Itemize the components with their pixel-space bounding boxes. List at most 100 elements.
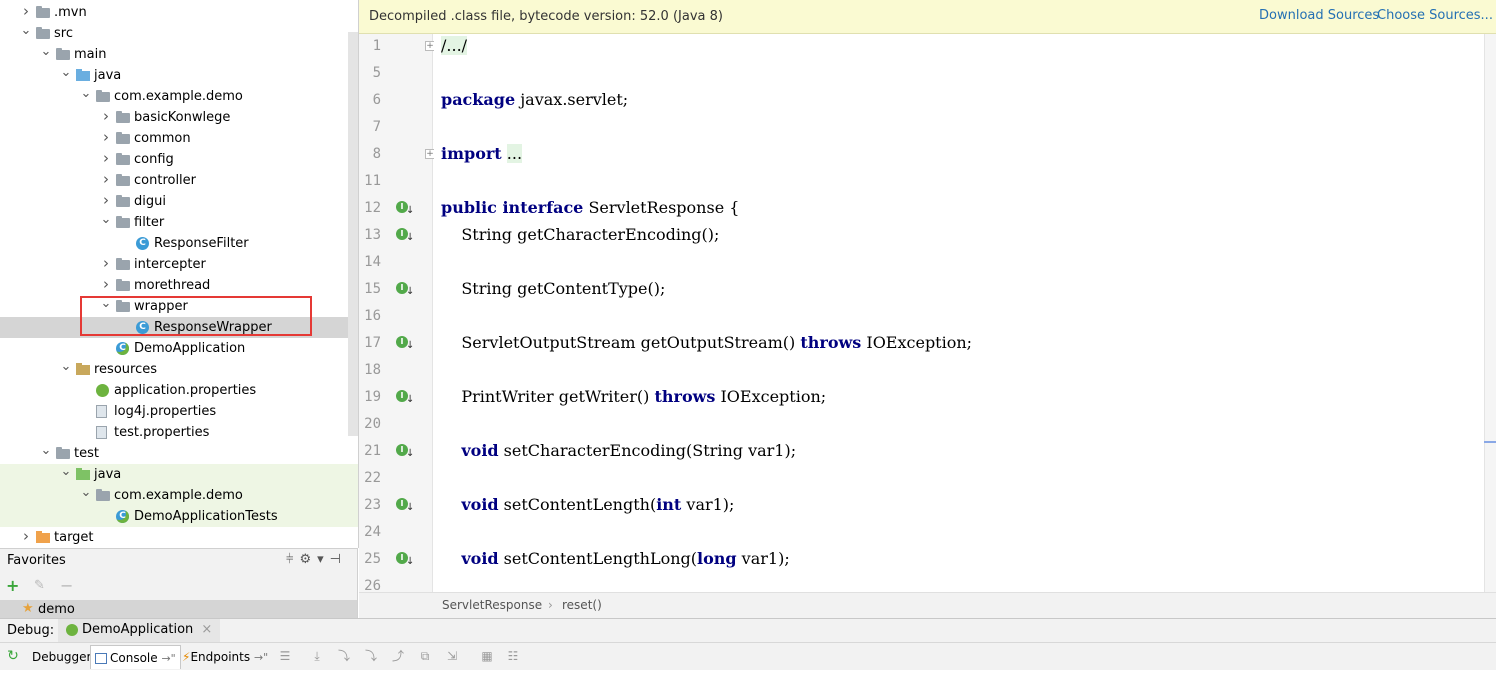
tree-item[interactable]: test.properties (0, 422, 358, 443)
implemented-arrow-icon[interactable]: ↓ (406, 286, 414, 297)
folder-icon (116, 111, 130, 123)
implemented-arrow-icon[interactable]: ↓ (406, 556, 414, 567)
debug-config-tab[interactable]: DemoApplication × (58, 619, 221, 642)
collapse-icon[interactable]: ⫩ (286, 552, 299, 567)
breadcrumb-class[interactable]: ServletResponse (442, 598, 542, 612)
code-area[interactable]: /.../ package javax.servlet; import ... pub… (434, 34, 1484, 592)
chevron-down-icon[interactable]: ⌄ (40, 44, 52, 65)
folder-icon (96, 90, 110, 102)
tab-console[interactable]: Console →" (90, 645, 181, 669)
chevron-right-icon[interactable]: › (20, 2, 32, 23)
tree-item[interactable]: › digui (0, 191, 358, 212)
spring-properties-icon (96, 384, 109, 397)
chevron-down-icon[interactable]: ⌄ (60, 359, 72, 380)
tree-item[interactable]: › morethread (0, 275, 358, 296)
tree-item-label: controller (134, 173, 197, 188)
implemented-arrow-icon[interactable]: ↓ (406, 394, 414, 405)
hide-icon[interactable]: ⊣ (330, 552, 347, 567)
tree-item[interactable]: ⌄ filter (0, 212, 358, 233)
evaluate-icon[interactable]: ▦ (479, 648, 495, 664)
favorites-item[interactable]: ★ demo (0, 600, 358, 620)
step-over-icon[interactable]: ⤓ (309, 648, 325, 664)
step-into-icon[interactable]: ⤵ (336, 648, 352, 664)
edit-icon[interactable]: ✎ (34, 578, 45, 593)
line-number: 21 (364, 443, 381, 459)
tree-item[interactable]: application.properties (0, 380, 358, 401)
implemented-arrow-icon[interactable]: ↓ (406, 502, 414, 513)
chevron-right-icon[interactable]: › (100, 128, 112, 149)
tree-item[interactable]: ⌄ java (0, 65, 358, 86)
breadcrumb-method[interactable]: reset() (562, 598, 602, 612)
tree-scrollbar[interactable] (348, 32, 358, 436)
rerun-icon[interactable]: ↻ (5, 648, 21, 664)
chevron-down-icon[interactable]: ⌄ (60, 65, 72, 86)
tree-item[interactable]: › intercepter (0, 254, 358, 275)
code-line: /.../ (441, 36, 468, 55)
tab-endpoints[interactable]: ⚡Endpoints →" (178, 645, 272, 669)
tree-item[interactable]: › target (0, 527, 358, 548)
remove-icon[interactable]: − (60, 576, 73, 595)
choose-sources-link[interactable]: Choose Sources... (1377, 8, 1493, 23)
tree-item[interactable]: ⌄ main (0, 44, 358, 65)
code-line: public interface ServletResponse { (441, 198, 740, 217)
banner-text: Decompiled .class file, bytecode version… (369, 9, 723, 24)
chevron-right-icon[interactable]: › (100, 275, 112, 296)
tree-item[interactable]: › config (0, 149, 358, 170)
line-number: 19 (364, 389, 381, 405)
spring-class-icon: C (116, 510, 129, 523)
implemented-arrow-icon[interactable]: ↓ (406, 448, 414, 459)
chevron-right-icon[interactable]: › (100, 107, 112, 128)
tree-item[interactable]: › basicKonwlege (0, 107, 358, 128)
gear-icon[interactable]: ⚙▾ (299, 552, 329, 567)
tree-item[interactable]: ⌄ resources (0, 359, 358, 380)
add-icon[interactable]: + (6, 576, 19, 595)
tree-item-label: com.example.demo (114, 488, 243, 503)
tree-item[interactable]: log4j.properties (0, 401, 358, 422)
chevron-down-icon[interactable]: ⌄ (20, 23, 32, 44)
chevron-right-icon[interactable]: › (20, 527, 32, 548)
tree-item-label: intercepter (134, 257, 206, 272)
tree-item[interactable]: › common (0, 128, 358, 149)
chevron-right-icon[interactable]: › (100, 170, 112, 191)
tree-item[interactable]: ⌄ src (0, 23, 358, 44)
implemented-arrow-icon[interactable]: ↓ (406, 205, 414, 216)
tree-item[interactable]: C ResponseFilter (0, 233, 358, 254)
tree-item-label: digui (134, 194, 166, 209)
tree-item-label: application.properties (114, 383, 257, 398)
code-line: void setCharacterEncoding(String var1); (461, 441, 797, 460)
tree-item[interactable]: C DemoApplicationTests (0, 506, 358, 527)
tree-item-label: log4j.properties (114, 404, 217, 419)
tab-debugger[interactable]: Debugger (28, 645, 95, 669)
code-line: String getContentType(); (441, 279, 666, 298)
tree-item[interactable]: ⌄ com.example.demo (0, 86, 358, 107)
tree-item-label: resources (94, 362, 158, 377)
chevron-right-icon[interactable]: › (100, 149, 112, 170)
tree-item[interactable]: C DemoApplication (0, 338, 358, 359)
chevron-down-icon[interactable]: ⌄ (80, 86, 92, 107)
tree-item[interactable]: ⌄ java (0, 464, 358, 485)
show-execution-point-icon[interactable]: ☰ (277, 648, 293, 664)
run-to-cursor-icon[interactable]: ⇲ (444, 648, 460, 664)
force-step-into-icon[interactable]: ⤵ (363, 648, 379, 664)
folder-icon (96, 489, 110, 501)
editor-scrollbar[interactable] (1484, 34, 1496, 592)
tree-item-label: morethread (134, 278, 211, 293)
chevron-down-icon[interactable]: ⌄ (100, 212, 112, 233)
chevron-right-icon[interactable]: › (100, 191, 112, 212)
trace-icon[interactable]: ☷ (505, 648, 521, 664)
editor-gutter: 1 +5 6 7 8 +11 12 I ↓ 13 I ↓ 14 15 I ↓ 16 17 I ↓ 18 19 I ↓ 20 21 I… (359, 34, 435, 594)
implemented-arrow-icon[interactable]: ↓ (406, 340, 414, 351)
tree-item[interactable]: ⌄ com.example.demo (0, 485, 358, 506)
drop-frame-icon[interactable]: ⧉ (417, 648, 433, 664)
chevron-right-icon[interactable]: › (100, 254, 112, 275)
step-out-icon[interactable]: ⤴ (390, 648, 406, 664)
chevron-down-icon[interactable]: ⌄ (60, 464, 72, 485)
close-icon[interactable]: × (201, 622, 212, 637)
download-sources-link[interactable]: Download Sources (1259, 8, 1379, 23)
tree-item[interactable]: › .mvn (0, 2, 358, 23)
implemented-arrow-icon[interactable]: ↓ (406, 232, 414, 243)
tree-item[interactable]: › controller (0, 170, 358, 191)
chevron-down-icon[interactable]: ⌄ (40, 443, 52, 464)
tree-item[interactable]: ⌄ test (0, 443, 358, 464)
chevron-down-icon[interactable]: ⌄ (80, 485, 92, 506)
